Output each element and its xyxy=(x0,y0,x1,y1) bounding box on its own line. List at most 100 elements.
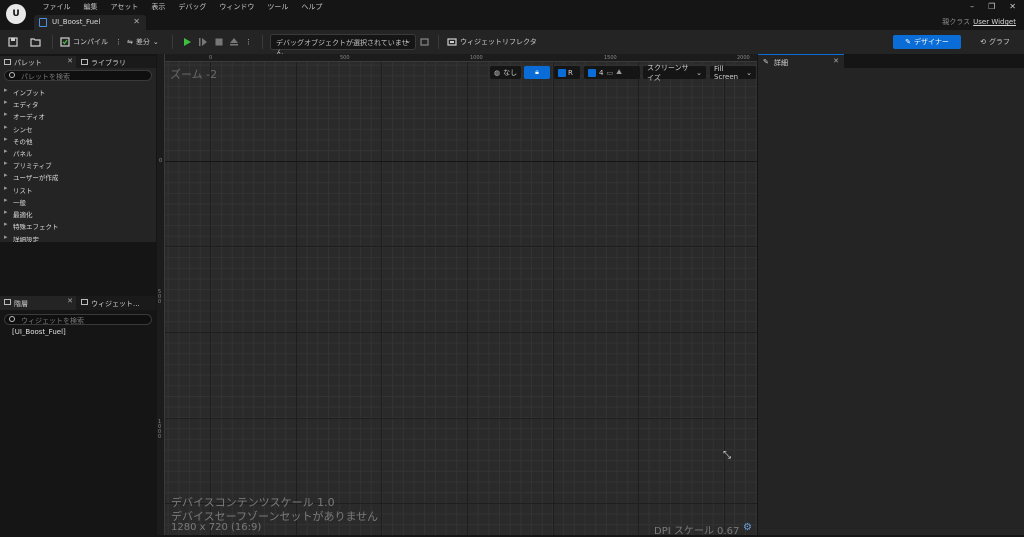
resize-handle-icon[interactable]: ⤡ xyxy=(723,450,731,461)
designer-label: デザイナー xyxy=(914,38,949,46)
respect-locks-button[interactable]: R xyxy=(554,66,580,79)
pencil-icon: ✎ xyxy=(763,58,769,66)
ruler-tick-label: 1000 xyxy=(470,55,483,61)
unreal-logo-icon[interactable]: U xyxy=(6,4,26,24)
respect-label: R xyxy=(568,68,573,77)
palette-category[interactable]: リスト xyxy=(0,183,154,195)
parent-class-label: 親クラス xyxy=(942,18,971,26)
menu-edit[interactable]: 編集 xyxy=(77,2,104,12)
compile-label: コンパイル xyxy=(73,38,108,46)
close-window-icon[interactable]: ✕ xyxy=(1009,2,1016,11)
palette-panel: パレット ✕ ライブラリ パレットを検索 インプット エディタ オーディオ シン… xyxy=(0,56,156,244)
tab-widget-label: ウィジェット... xyxy=(91,300,140,308)
reflector-icon xyxy=(447,38,457,46)
chevron-down-icon: ⌄ xyxy=(746,68,752,77)
fill-screen-label: Fill Screen xyxy=(714,64,739,81)
ruler-tick-label: 0 xyxy=(209,55,213,61)
palette-category[interactable]: パネル xyxy=(0,146,154,158)
step-button[interactable] xyxy=(198,35,208,49)
graph-mode-button[interactable]: ⟲ グラフ xyxy=(974,35,1016,49)
tab-widget-binding[interactable]: ウィジェット... xyxy=(77,296,156,310)
document-tab[interactable]: UI_Boost_Fuel ✕ xyxy=(34,15,146,30)
brush-icon: ✎ xyxy=(905,38,911,46)
parent-class-info: 親クラス User Widget xyxy=(942,17,1016,27)
parent-class-link[interactable]: User Widget xyxy=(973,18,1016,26)
palette-category[interactable]: 特殊エフェクト xyxy=(0,219,154,231)
compile-button[interactable]: コンパイル ⋮ xyxy=(60,35,122,49)
palette-category[interactable]: その他 xyxy=(0,134,154,146)
stop-icon xyxy=(215,38,223,46)
chevron-down-icon: ⌄ xyxy=(696,68,702,77)
minimize-icon[interactable]: – xyxy=(970,2,974,11)
step-icon xyxy=(199,38,207,46)
debug-object-select[interactable]: デバッグオブジェクトが選択されていません ⌄ xyxy=(270,34,416,57)
palette-empty-area xyxy=(0,242,156,294)
play-icon xyxy=(184,38,191,46)
debug-find-button[interactable] xyxy=(420,35,430,49)
menu-view[interactable]: 表示 xyxy=(145,2,172,12)
palette-category[interactable]: 最適化 xyxy=(0,207,154,219)
ruler-tick-label: 2000 xyxy=(737,55,750,61)
ruler-left: 0 500 1000 xyxy=(157,54,165,535)
menu-window[interactable]: ウィンドウ xyxy=(213,2,261,12)
widget-reflector-button[interactable]: ウィジェットリフレクタ xyxy=(447,35,537,49)
hierarchy-icon xyxy=(4,299,11,305)
folder-icon xyxy=(30,38,41,47)
tab-hierarchy-label: 階層 xyxy=(14,300,28,308)
maximize-icon[interactable]: ❐ xyxy=(988,2,995,11)
palette-category[interactable]: ユーザーが作成 xyxy=(0,170,154,182)
grid-snap-button[interactable]: 4 ▭ ⛰︎ xyxy=(584,66,640,79)
designer-canvas[interactable] xyxy=(157,54,757,535)
compile-options-icon[interactable]: ⋮ xyxy=(115,38,122,46)
eject-button[interactable] xyxy=(229,35,239,49)
search-icon xyxy=(9,72,15,78)
close-tab-icon[interactable]: ✕ xyxy=(133,17,140,26)
designer-mode-button[interactable]: ✎ デザイナー xyxy=(893,35,961,49)
tab-library[interactable]: ライブラリ xyxy=(77,56,156,68)
tab-details[interactable]: ✎ 詳細 ✕ xyxy=(758,54,844,68)
hierarchy-root-item[interactable]: [UI_Boost_Fuel] xyxy=(12,328,66,336)
stop-button[interactable] xyxy=(214,35,224,49)
chevron-down-icon: ⌄ xyxy=(405,37,411,45)
palette-icon xyxy=(4,59,11,65)
hierarchy-panel: 階層 ✕ ウィジェット... ウィジェットを検索 [UI_Boost_Fuel] xyxy=(0,296,156,535)
ruler-tick-label: 1000 xyxy=(158,419,162,440)
fill-screen-select[interactable]: Fill Screen ⌄ xyxy=(710,64,756,81)
tab-palette[interactable]: パレット ✕ xyxy=(0,56,76,68)
palette-category[interactable]: エディタ xyxy=(0,97,154,109)
browse-button[interactable] xyxy=(30,35,41,49)
diff-icon: ⇋ xyxy=(127,38,133,46)
library-icon xyxy=(81,59,88,65)
diff-button[interactable]: ⇋ 差分 ⌄ xyxy=(127,35,159,49)
screen-size-select[interactable]: スクリーンサイズ ⌄ xyxy=(643,64,706,82)
widget-search-input[interactable]: ウィジェットを検索 xyxy=(4,314,152,325)
close-tab-icon[interactable]: ✕ xyxy=(833,57,839,65)
palette-category[interactable]: インプット xyxy=(0,85,154,97)
landscape-icon: ⛰︎ xyxy=(616,68,622,76)
palette-category[interactable]: シンセ xyxy=(0,122,154,134)
menu-debug[interactable]: デバッグ xyxy=(172,2,213,12)
grid-icon xyxy=(588,68,596,77)
magnifier-folder-icon xyxy=(420,38,429,46)
menu-tools[interactable]: ツール xyxy=(261,2,295,12)
palette-category[interactable]: オーディオ xyxy=(0,109,154,121)
close-tab-icon[interactable]: ✕ xyxy=(67,57,73,65)
tab-hierarchy[interactable]: 階層 ✕ xyxy=(0,296,76,310)
menu-asset[interactable]: アセット xyxy=(104,2,145,12)
palette-tab-bar: パレット ✕ ライブラリ xyxy=(0,56,156,68)
palette-category[interactable]: プリミティブ xyxy=(0,158,154,170)
ruler-tick-label: 500 xyxy=(340,55,350,61)
background-toggle-button[interactable]: ◍ なし xyxy=(490,66,522,79)
menu-help[interactable]: ヘルプ xyxy=(295,2,329,12)
palette-category[interactable]: 一般 xyxy=(0,195,154,207)
play-button[interactable] xyxy=(182,35,192,49)
save-button[interactable] xyxy=(8,35,18,49)
palette-search-input[interactable]: パレットを検索 xyxy=(4,70,152,81)
menu-file[interactable]: ファイル xyxy=(36,2,77,12)
window-controls: – ❐ ✕ xyxy=(970,2,1016,11)
close-tab-icon[interactable]: ✕ xyxy=(67,297,73,305)
play-options-icon[interactable]: ⋮ xyxy=(245,35,252,49)
dpi-settings-gear-icon[interactable]: ⚙ xyxy=(743,522,752,533)
hierarchy-tab-bar: 階層 ✕ ウィジェット... xyxy=(0,296,156,310)
lock-toggle-button[interactable]: 🔒︎ xyxy=(524,66,550,79)
